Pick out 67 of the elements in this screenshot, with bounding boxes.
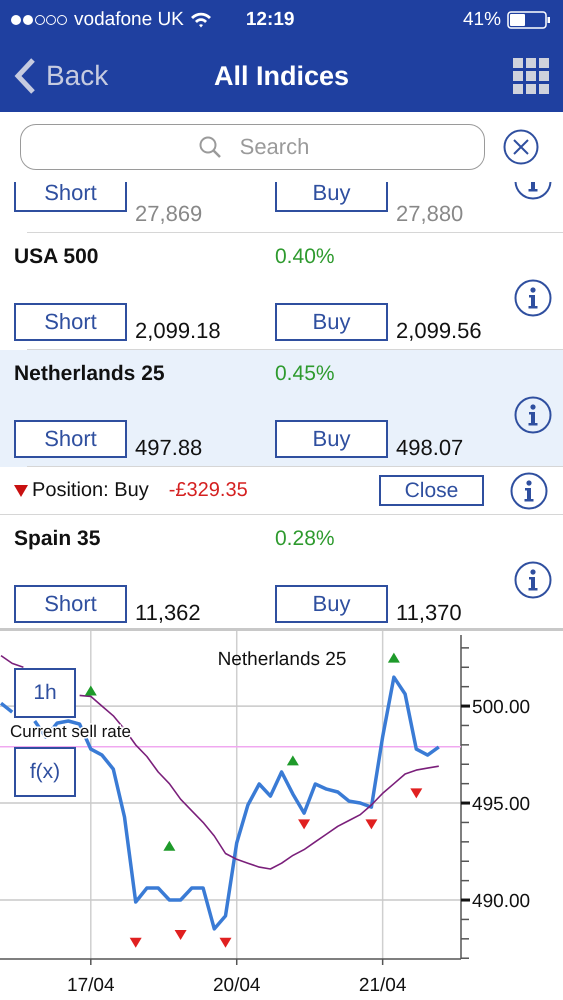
- short-button[interactable]: Short: [14, 420, 127, 458]
- axis-label: 495.00: [472, 794, 530, 816]
- down-marker: [220, 938, 232, 948]
- market-name: USA 500: [14, 245, 98, 270]
- axis-label: 20/04: [212, 975, 260, 996]
- axis-label: 17/04: [67, 975, 115, 996]
- search-icon: [198, 135, 222, 159]
- grid-menu-icon[interactable]: [513, 58, 549, 94]
- up-marker: [286, 755, 299, 766]
- list-row[interactable]: Netherlands 25 0.45% Short 497.88 Buy 498.07: [0, 350, 563, 467]
- sell-price: 497.88: [135, 434, 202, 462]
- axis-label: 21/04: [358, 975, 406, 996]
- change-percent: 0.40%: [275, 245, 335, 270]
- chevron-icon: [14, 58, 36, 94]
- search-field[interactable]: Search: [20, 124, 485, 170]
- buy-price: 2,099.56: [396, 317, 482, 345]
- axis-label: 490.00: [472, 891, 530, 912]
- buy-button[interactable]: Buy: [275, 585, 388, 623]
- short-button[interactable]: Short: [14, 182, 127, 212]
- info-icon[interactable]: [514, 560, 552, 598]
- signal-icon: [10, 14, 68, 26]
- buy-button[interactable]: Buy: [275, 420, 388, 458]
- change-percent: 0.45%: [275, 362, 335, 387]
- down-marker: [410, 788, 422, 798]
- short-button[interactable]: Short: [14, 585, 127, 623]
- buy-button[interactable]: Buy: [275, 303, 388, 341]
- up-marker: [84, 686, 97, 696]
- info-icon[interactable]: [514, 396, 552, 434]
- info-icon[interactable]: [510, 472, 548, 510]
- battery-icon: [507, 11, 551, 29]
- sell-price: 27,869: [135, 200, 202, 228]
- list-row[interactable]: USA 500 0.40% Short 2,099.18 Buy 2,099.56: [0, 233, 563, 350]
- wifi-icon: [190, 12, 212, 28]
- buy-price: 498.07: [396, 434, 464, 462]
- down-marker: [298, 819, 310, 830]
- collapse-triangle-icon[interactable]: [14, 484, 28, 496]
- page-title: All Indices: [214, 60, 350, 92]
- change-percent: 0.28%: [275, 527, 335, 552]
- back-button[interactable]: Back: [14, 58, 108, 94]
- down-marker: [365, 819, 378, 830]
- buy-price: 11,370: [396, 599, 462, 627]
- short-button[interactable]: Short: [14, 303, 127, 341]
- buy-price: 27,880: [396, 200, 464, 228]
- down-marker: [130, 938, 142, 948]
- info-icon[interactable]: [514, 278, 552, 316]
- axis-label: 500.00: [472, 697, 530, 718]
- list-row[interactable]: Spain 35 0.28% Short 11,362 Buy 11,370: [0, 515, 563, 628]
- carrier-name: vodafone UK: [74, 9, 184, 31]
- battery-percent: 41%: [462, 9, 501, 31]
- list-row[interactable]: Position: Buy -£329.35 Close: [0, 467, 563, 515]
- down-marker: [174, 930, 187, 940]
- sell-price: 2,099.18: [135, 317, 221, 345]
- market-name: Netherlands 25: [14, 362, 165, 387]
- profit-loss: -£329.35: [168, 479, 248, 502]
- position-label: Position: Buy: [32, 479, 149, 502]
- clear-icon[interactable]: [503, 129, 539, 165]
- up-marker: [163, 840, 176, 851]
- list-row[interactable]: Short 27,869 Buy 27,880: [0, 182, 563, 233]
- market-name: Spain 35: [14, 527, 100, 552]
- buy-button[interactable]: Buy: [275, 182, 388, 212]
- chart-title: Netherlands 25: [218, 649, 346, 670]
- sell-price: 11,362: [135, 599, 201, 627]
- close-button[interactable]: Close: [379, 475, 484, 506]
- clock: 12:19: [246, 9, 294, 31]
- chart-option-button[interactable]: 1h: [14, 668, 76, 718]
- chart-option-button[interactable]: f(x): [14, 747, 76, 797]
- up-marker: [388, 652, 400, 663]
